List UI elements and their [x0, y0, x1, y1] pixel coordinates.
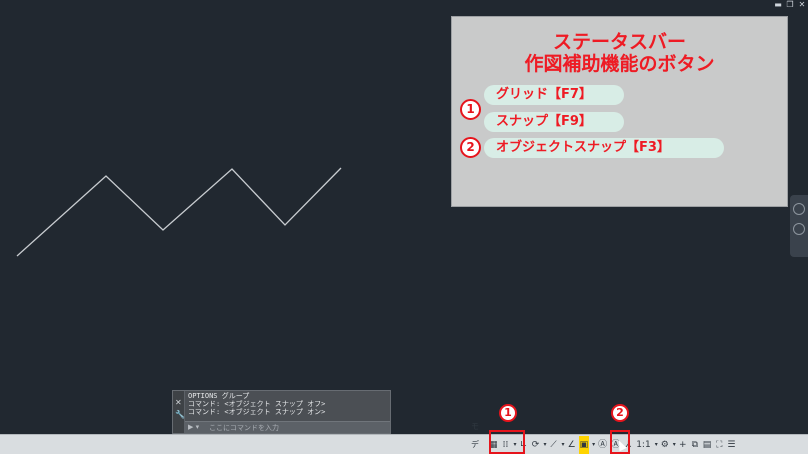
polar-icon[interactable]: ⟳: [531, 436, 541, 454]
overlay-title-line1: ステータスバー: [552, 31, 686, 53]
label-snap: スナップ【F9】: [484, 112, 624, 132]
pan-icon[interactable]: [793, 203, 805, 215]
workspace-gear-icon[interactable]: ⚙: [660, 436, 670, 454]
command-line-window[interactable]: ✕ 🔧 OPTIONS グループ コマンド: <オブジェクト スナップ オフ> …: [172, 390, 391, 434]
zigzag-polyline[interactable]: [16, 167, 342, 257]
window-controls: ▬ ❐ ✕: [772, 0, 808, 10]
annotation-overlay: ステータスバー 作図補助機能のボタン 1 グリッド【F7】 スナップ【F9】 2…: [451, 16, 788, 207]
close-icon[interactable]: ✕: [175, 399, 182, 407]
highlight-box-grid-snap: [489, 430, 525, 454]
close-icon[interactable]: ✕: [796, 0, 808, 10]
dropdown-arrow-icon[interactable]: ▾: [543, 436, 548, 454]
model-tab[interactable]: モデル: [470, 422, 486, 454]
zoom-icon[interactable]: [793, 223, 805, 235]
dropdown-arrow-icon[interactable]: ▾: [561, 436, 566, 454]
dropdown-arrow-icon[interactable]: ▾: [672, 436, 677, 454]
customize-menu-icon[interactable]: ☰: [726, 436, 736, 454]
label-object-snap: オブジェクトスナップ【F3】: [484, 138, 724, 158]
navigation-bar[interactable]: [790, 195, 808, 257]
scale-value[interactable]: 1:1: [635, 436, 651, 454]
annotation-visibility-icon[interactable]: Ⓐ: [597, 436, 608, 454]
command-history-line: コマンド: <オブジェクト スナップ オフ>: [188, 400, 326, 408]
plus-icon[interactable]: +: [678, 436, 688, 454]
status-bar: モデル ▦⁞⁞▾∟⟳▾⟋▾∠▣▾ⒶⒶ⅄1:1▾⚙▾+⧉▤⛶☰: [0, 422, 808, 454]
command-input[interactable]: [209, 423, 379, 432]
isolate-icon[interactable]: ⧉: [690, 436, 700, 454]
label-grid: グリッド【F7】: [484, 85, 624, 105]
command-line-handle[interactable]: ✕ 🔧: [173, 391, 185, 433]
dropdown-arrow-icon[interactable]: ▾: [654, 436, 659, 454]
dropdown-arrow-icon[interactable]: ▾: [591, 436, 596, 454]
command-history-line: OPTIONS グループ: [188, 392, 250, 400]
status-badge-1: 1: [499, 404, 517, 422]
number-badge-2: 2: [460, 137, 481, 158]
lineweight-icon[interactable]: ∠: [567, 436, 577, 454]
overlay-title-line2: 作図補助機能のボタン: [524, 53, 715, 75]
command-history-line: コマンド: <オブジェクト スナップ オン>: [188, 408, 326, 416]
wrench-icon[interactable]: 🔧: [175, 411, 185, 419]
restore-icon[interactable]: ❐: [784, 0, 796, 10]
command-history: OPTIONS グループ コマンド: <オブジェクト スナップ オフ> コマンド…: [188, 392, 388, 416]
number-badge-1: 1: [460, 99, 481, 120]
command-input-row[interactable]: ▶ ▾: [185, 421, 390, 433]
osnap-tracking-icon[interactable]: ⟋: [549, 436, 559, 454]
command-prompt-icon[interactable]: ▶ ▾: [188, 423, 199, 432]
status-badge-2: 2: [611, 404, 629, 422]
minimize-icon[interactable]: ▬: [772, 0, 784, 10]
fullscreen-icon[interactable]: ⛶: [714, 436, 724, 454]
hardware-accel-icon[interactable]: ▤: [702, 436, 713, 454]
osnap-icon[interactable]: ▣: [578, 436, 590, 454]
